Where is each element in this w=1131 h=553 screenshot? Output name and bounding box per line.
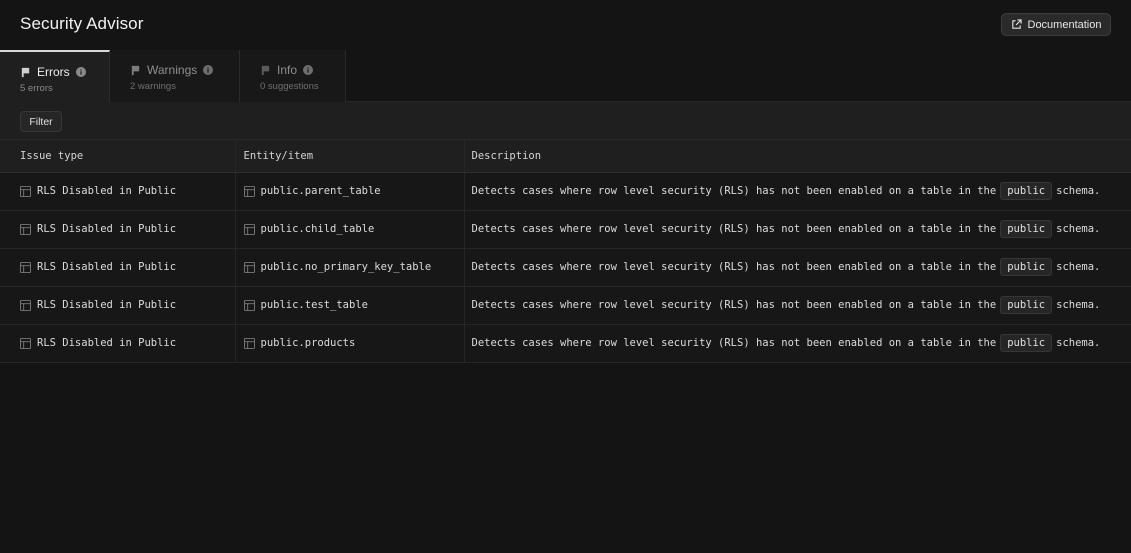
issue-type-cell: RLS Disabled in Public bbox=[0, 286, 236, 325]
documentation-label: Documentation bbox=[1027, 18, 1102, 31]
schema-code: public bbox=[1000, 182, 1053, 200]
issue-type-text: RLS Disabled in Public bbox=[37, 185, 177, 197]
table-icon bbox=[20, 299, 31, 311]
issue-type-cell: RLS Disabled in Public bbox=[0, 172, 236, 211]
issue-type-text: RLS Disabled in Public bbox=[37, 299, 177, 311]
flag-icon bbox=[21, 67, 30, 77]
flag-icon bbox=[261, 65, 270, 75]
table-icon bbox=[20, 261, 31, 273]
entity-text: public.child_table bbox=[260, 223, 375, 235]
table-icon bbox=[20, 185, 31, 197]
description-suffix: schema. bbox=[1056, 223, 1101, 235]
page-title: Security Advisor bbox=[20, 14, 144, 33]
tab-warnings-label: Warnings bbox=[147, 63, 198, 77]
tab-errors[interactable]: Errors 5 errors bbox=[0, 50, 110, 102]
description-suffix: schema. bbox=[1056, 185, 1101, 197]
filter-bar: Filter bbox=[0, 102, 1131, 140]
table-icon bbox=[20, 223, 31, 235]
column-header-entity: Entity/item bbox=[235, 140, 465, 173]
description-cell: Detects cases where row level security (… bbox=[464, 248, 1131, 287]
description-suffix: schema. bbox=[1056, 299, 1101, 311]
tab-warnings[interactable]: Warnings 2 warnings bbox=[110, 50, 240, 102]
issue-type-cell: RLS Disabled in Public bbox=[0, 210, 236, 249]
table-row[interactable]: RLS Disabled in Public public.test_table… bbox=[0, 286, 1131, 325]
column-header-description: Description bbox=[464, 140, 1131, 173]
entity-text: public.products bbox=[260, 337, 356, 349]
tab-bar: Errors 5 errors Warnings 2 warnings Info… bbox=[0, 50, 1131, 102]
table-row[interactable]: RLS Disabled in Public public.no_primary… bbox=[0, 248, 1131, 287]
table-icon bbox=[20, 337, 31, 349]
table-row[interactable]: RLS Disabled in Public public.parent_tab… bbox=[0, 172, 1131, 211]
tab-warnings-count: 2 warnings bbox=[130, 81, 176, 92]
issue-type-cell: RLS Disabled in Public bbox=[0, 248, 236, 287]
description-text: Detects cases where row level security (… bbox=[471, 299, 997, 311]
issue-type-text: RLS Disabled in Public bbox=[37, 223, 177, 235]
schema-code: public bbox=[1000, 258, 1053, 276]
table-icon bbox=[243, 261, 255, 273]
issue-type-text: RLS Disabled in Public bbox=[37, 337, 177, 349]
description-text: Detects cases where row level security (… bbox=[471, 337, 997, 349]
table-header-row: Issue type Entity/item Description bbox=[0, 140, 1131, 173]
issues-table: Issue type Entity/item Description RLS D… bbox=[0, 140, 1131, 363]
description-suffix: schema. bbox=[1056, 261, 1101, 273]
table-icon bbox=[243, 337, 255, 349]
table-icon bbox=[243, 185, 255, 197]
schema-code: public bbox=[1000, 334, 1053, 352]
column-header-issue-type: Issue type bbox=[0, 140, 236, 173]
documentation-button[interactable]: Documentation bbox=[1001, 13, 1111, 36]
table-row[interactable]: RLS Disabled in Public public.products D… bbox=[0, 324, 1131, 363]
issue-type-cell: RLS Disabled in Public bbox=[0, 324, 236, 363]
tab-info-label: Info bbox=[277, 63, 298, 77]
entity-cell: public.child_table bbox=[235, 210, 465, 249]
description-cell: Detects cases where row level security (… bbox=[464, 172, 1131, 211]
entity-cell: public.parent_table bbox=[235, 172, 465, 211]
schema-code: public bbox=[1000, 220, 1053, 238]
tab-errors-count: 5 errors bbox=[20, 83, 53, 94]
filter-button[interactable]: Filter bbox=[20, 111, 62, 132]
tab-info[interactable]: Info 0 suggestions bbox=[240, 50, 346, 102]
entity-cell: public.products bbox=[235, 324, 465, 363]
page-header: Security Advisor Documentation bbox=[0, 0, 1131, 50]
tab-info-count: 0 suggestions bbox=[260, 81, 319, 92]
info-circle-icon bbox=[203, 65, 214, 75]
description-text: Detects cases where row level security (… bbox=[471, 185, 997, 197]
description-suffix: schema. bbox=[1056, 337, 1101, 349]
description-text: Detects cases where row level security (… bbox=[471, 261, 997, 273]
entity-text: public.no_primary_key_table bbox=[260, 261, 432, 273]
external-link-icon bbox=[1011, 19, 1022, 29]
description-cell: Detects cases where row level security (… bbox=[464, 210, 1131, 249]
entity-cell: public.test_table bbox=[235, 286, 465, 325]
table-icon bbox=[243, 223, 255, 235]
schema-code: public bbox=[1000, 296, 1053, 314]
info-circle-icon bbox=[303, 65, 314, 75]
entity-cell: public.no_primary_key_table bbox=[235, 248, 465, 287]
description-cell: Detects cases where row level security (… bbox=[464, 286, 1131, 325]
entity-text: public.test_table bbox=[260, 299, 368, 311]
description-text: Detects cases where row level security (… bbox=[471, 223, 997, 235]
info-circle-icon bbox=[75, 67, 86, 77]
issue-type-text: RLS Disabled in Public bbox=[37, 261, 177, 273]
entity-text: public.parent_table bbox=[260, 185, 381, 197]
tab-errors-label: Errors bbox=[37, 65, 70, 79]
table-icon bbox=[243, 299, 255, 311]
description-cell: Detects cases where row level security (… bbox=[464, 324, 1131, 363]
table-row[interactable]: RLS Disabled in Public public.child_tabl… bbox=[0, 210, 1131, 249]
flag-icon bbox=[131, 65, 140, 75]
